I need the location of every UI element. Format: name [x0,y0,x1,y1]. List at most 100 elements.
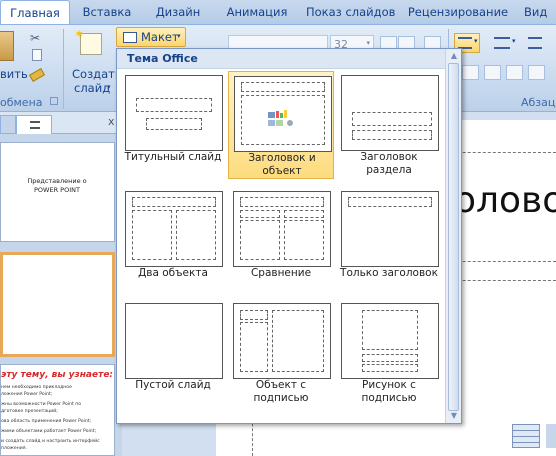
slide-thumbnail-2[interactable] [0,252,115,357]
text-placeholder [352,130,432,140]
ribbon-tab-bar: Главная Вставка Дизайн Анимация Показ сл… [0,0,556,25]
right-content-placeholder [176,210,216,260]
title-placeholder [136,98,212,112]
thumbnail-line: жими объектами работает Power Point; [1,429,97,434]
caption-placeholder [362,364,418,372]
copy-icon[interactable] [32,49,42,61]
table-icon[interactable] [512,424,540,448]
pane-tab-strip: x [0,112,122,134]
layout-two-content[interactable]: Два объекта [120,187,226,295]
layout-preview [341,191,439,267]
layout-button[interactable]: Макет ▾ [116,27,186,47]
clipboard-group-label: обмена [0,96,43,109]
paragraph-group-label: Абзац [521,96,556,109]
layout-label: Заголовок раздела [360,151,418,176]
tab-slideshow[interactable]: Показ слайдов [306,0,395,24]
scroll-thumb[interactable] [448,63,459,411]
tab-slides[interactable] [0,115,16,133]
thumbnail-line: нем необходимо прикладное [1,385,72,390]
tab-insert[interactable]: Вставка [76,0,138,24]
thumbnail-line: жны возможности Power Point по [1,402,82,407]
chart-icon[interactable] [546,424,556,448]
layout-label: Сравнение [250,267,312,279]
layout-title-only[interactable]: Только заголовок [336,187,442,295]
layout-preview [125,191,223,267]
tab-review[interactable]: Рецензирование [402,0,514,24]
layout-title-slide[interactable]: Титульный слайд [120,71,226,179]
layout-picture-caption[interactable]: Рисунок с подписью [336,299,442,407]
thumbnail-line: и создать слайд и настроить интерфейс [1,439,100,444]
layout-label: Пустой слайд [135,379,211,391]
justify-icon[interactable] [528,65,545,80]
new-slide-label-2[interactable]: слайд [74,81,110,95]
layout-icon [123,32,137,43]
outline-icon [30,121,40,129]
scroll-up-icon[interactable]: ▲ [449,51,459,61]
layout-blank[interactable]: Пустой слайд [120,299,226,407]
layout-content-caption[interactable]: Объект с подписью [228,299,334,407]
right-content-placeholder [284,220,324,260]
layout-gallery: Тема Office ▲ ▼ Титульный слайд Заголово… [116,48,462,424]
slide-title-text[interactable]: олово [454,180,556,221]
left-content-placeholder [132,210,172,260]
tab-home[interactable]: Главная [0,0,70,25]
layout-preview [341,75,439,151]
new-slide-label[interactable]: Создать [72,67,122,81]
gallery-scrollbar[interactable]: ▲ ▼ [445,49,461,423]
close-pane-button[interactable]: x [108,115,115,128]
layout-title-content[interactable]: Заголовок и объект [228,71,334,179]
layout-button-label: Макет [141,30,179,44]
title-placeholder [241,82,325,92]
sparkle-icon: ✶ [74,27,85,41]
thumbnail-line: пложения. [1,446,27,451]
thumbnail-line: дготовке презентаций; [1,409,58,414]
align-center-icon[interactable] [484,65,501,80]
dialog-launcher-icon[interactable] [50,97,58,105]
title-placeholder [240,310,268,320]
align-right-icon[interactable] [506,65,523,80]
layout-preview [233,303,331,379]
tab-outline[interactable] [16,115,52,134]
slide-thumbnail-1[interactable]: Представление о POWER POINT [0,142,115,242]
tab-design[interactable]: Дизайн [148,0,208,24]
left-content-placeholder [240,220,280,260]
title-placeholder [348,197,432,207]
thumbnail-heading: эту тему, вы узнаете: [1,370,114,380]
layout-preview [233,191,331,267]
tab-animation[interactable]: Анимация [216,0,298,24]
chevron-down-icon: ▾ [177,32,181,40]
layout-label: Заголовок и объект [248,152,316,177]
paste-button-label[interactable]: вить [0,67,28,81]
slide-thumbnail-3[interactable]: эту тему, вы узнаете: нем необходимо при… [0,364,115,456]
align-left-icon[interactable] [462,65,479,80]
layout-label: Рисунок с подписью [361,379,417,404]
layout-preview [125,75,223,151]
picture-placeholder [362,310,418,350]
title-placeholder [132,197,216,207]
layout-label: Объект с подписью [253,379,309,404]
layout-preview [125,303,223,379]
layout-preview [234,76,332,152]
thumbnail-line: ложения Power Point; [1,392,53,397]
content-icons [268,110,293,126]
slides-pane: x Представление о POWER POINT эту тему, … [0,112,122,456]
tab-view[interactable]: Вид [524,0,556,24]
cut-icon[interactable]: ✂ [30,31,44,45]
layout-label: Только заголовок [340,267,438,279]
layout-comparison[interactable]: Сравнение [228,187,334,295]
numbering-icon[interactable] [494,37,510,49]
format-painter-icon[interactable] [28,68,46,82]
chevron-down-icon[interactable]: ▾ [107,83,111,91]
chevron-down-icon: ▾ [366,39,370,47]
chevron-down-icon: ▾ [512,37,516,45]
layout-label: Титульный слайд [124,151,222,163]
layout-section-header[interactable]: Заголовок раздела [336,71,442,179]
paste-icon[interactable] [0,31,14,61]
title-placeholder [352,112,432,126]
group-separator [63,29,64,109]
chevron-down-icon: ▾ [474,37,478,45]
scroll-down-icon[interactable]: ▼ [449,411,459,421]
title-placeholder [362,354,418,362]
decrease-indent-icon[interactable] [528,37,542,49]
caption-placeholder [240,322,268,372]
